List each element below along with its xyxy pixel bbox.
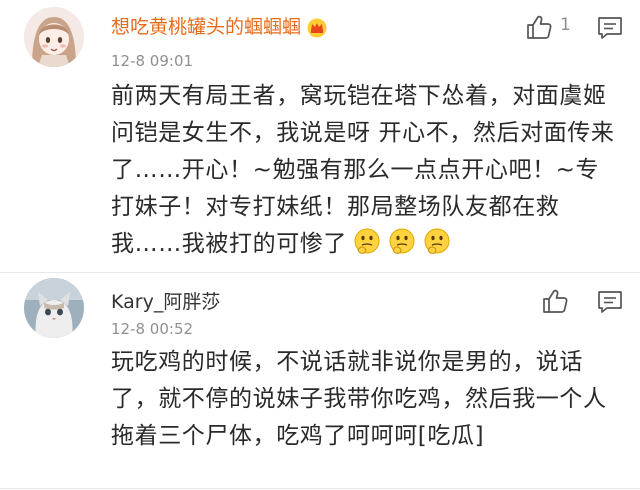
- comment-item: Kary_阿胖莎 12-8 00:52 玩吃鸡的时候，不说话就非说你是男的，说话…: [0, 272, 640, 490]
- comment-icon: [598, 17, 622, 39]
- avatar[interactable]: [24, 278, 84, 338]
- thinking-emoji-icon: [422, 227, 452, 257]
- thumbs-up-icon: [543, 289, 568, 313]
- comment-icon: [598, 291, 622, 313]
- username-text[interactable]: 想吃黄桃罐头的蝈蝈蝈: [111, 16, 301, 38]
- emoji-group: [347, 228, 452, 257]
- thinking-emoji-icon: [352, 227, 382, 257]
- reply-button[interactable]: [596, 15, 624, 41]
- like-button[interactable]: [524, 12, 554, 42]
- reply-button[interactable]: [596, 289, 624, 315]
- comment-item: 想吃黄桃罐头的蝈蝈蝈 12-8 09:01 1 前两天有局王者，窝玩铠在塔下怂着…: [0, 0, 640, 272]
- username[interactable]: 想吃黄桃罐头的蝈蝈蝈: [111, 12, 328, 39]
- avatar[interactable]: [24, 7, 84, 67]
- thinking-emoji-icon: [387, 227, 417, 257]
- comment-time: 12-8 09:01: [111, 52, 194, 70]
- username[interactable]: Kary_阿胖莎: [111, 287, 220, 314]
- like-button[interactable]: [540, 286, 570, 316]
- thumbs-up-icon: [527, 15, 552, 39]
- comment-text: 玩吃鸡的时候，不说话就非说你是男的，说话了，就不停的说妹子我带你吃鸡，然后我一个…: [111, 349, 607, 449]
- comment-text: 前两天有局王者，窝玩铠在塔下怂着，对面虞姬问铠是女生不，我说是呀 开心不，然后对…: [111, 78, 616, 263]
- like-count: 1: [560, 15, 571, 35]
- comment-divider: [0, 488, 640, 489]
- comment-time: 12-8 00:52: [111, 320, 194, 338]
- crown-icon: [306, 18, 328, 38]
